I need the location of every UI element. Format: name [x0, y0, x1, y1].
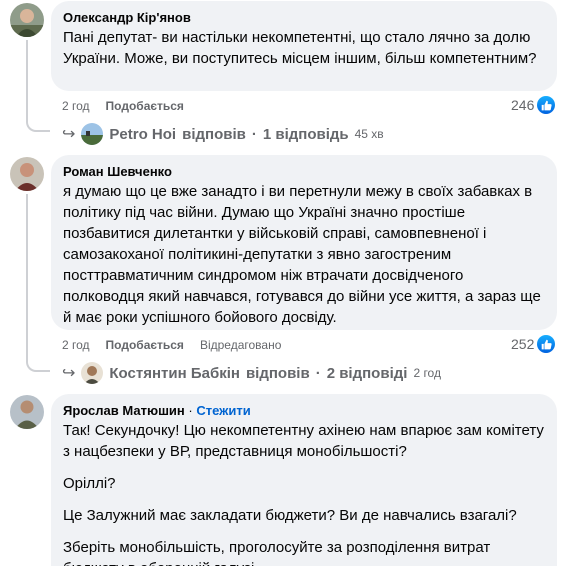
reply-time: 2 год — [413, 366, 441, 380]
reaction-count: 246 — [511, 97, 535, 113]
comment-paragraph: Оріллі? — [63, 475, 116, 492]
comment-paragraph: я думаю що це вже занадто і ви перетнули… — [63, 183, 541, 326]
thread-line — [26, 194, 50, 372]
edited-label: Відредаговано — [199, 338, 282, 352]
comment-author-line: Ярослав Матюшин · Стежити — [63, 402, 545, 419]
thumbs-up-icon — [537, 96, 556, 114]
comment-paragraph: Так! Секундочку! Цю некомпетентну ахінею… — [63, 422, 544, 460]
view-replies-link[interactable]: ↪ Petro Hoi відповів · 1 відповідь 45 хв — [62, 123, 384, 145]
comment-time[interactable]: 2 год — [62, 337, 90, 353]
avatar[interactable] — [10, 395, 44, 429]
thread-line — [26, 40, 50, 132]
comment-text: Пані депутат- ви настільки некомпетентні… — [63, 27, 545, 69]
comment-author[interactable]: Роман Шевченко — [63, 163, 545, 180]
comment-author[interactable]: Олександр Кір'янов — [63, 9, 545, 26]
comment-paragraph: Пані депутат- ви настільки некомпетентні… — [63, 29, 537, 67]
comment-paragraph: Це Залужний має закладати бюджети? Ви де… — [63, 507, 517, 524]
follow-button[interactable]: Стежити — [196, 403, 250, 418]
avatar[interactable] — [10, 3, 44, 37]
comment-actions: 2 год Подобається — [62, 98, 184, 114]
avatar[interactable] — [10, 157, 44, 191]
comment-bubble: Олександр Кір'янов Пані депутат- ви наст… — [51, 1, 557, 91]
reply-verb: відповів — [245, 364, 310, 382]
view-replies-link[interactable]: ↪ Костянтин Бабкін відповів · 2 відповід… — [62, 362, 441, 384]
reply-count: 2 відповіді — [326, 364, 408, 382]
comment-time[interactable]: 2 год — [62, 98, 90, 114]
separator-dot: · — [188, 403, 193, 418]
reply-verb: відповів — [182, 125, 246, 143]
reply-separator: · — [251, 125, 257, 143]
reply-separator: · — [315, 364, 321, 382]
reply-arrow-icon: ↪ — [62, 126, 76, 143]
like-button[interactable]: Подобається — [106, 337, 184, 353]
reply-avatar — [81, 362, 104, 384]
reply-time: 45 хв — [354, 127, 384, 141]
like-button[interactable]: Подобається — [106, 98, 184, 114]
comment-actions: 2 год Подобається Відредаговано — [62, 337, 281, 353]
comment-text: Так! Секундочку! Цю некомпетентну ахінею… — [63, 420, 545, 566]
reply-arrow-icon: ↪ — [62, 365, 76, 382]
reply-count: 1 відповідь — [262, 125, 349, 143]
comment-paragraph: Зберіть монобільшість, проголосуйте за р… — [63, 539, 491, 566]
thumbs-up-icon — [537, 335, 556, 353]
reaction-count: 252 — [511, 336, 535, 352]
reply-author: Костянтин Бабкін — [109, 364, 240, 382]
reply-author: Petro Hoi — [109, 125, 177, 143]
reaction-summary[interactable]: 246 — [511, 96, 556, 114]
reaction-summary[interactable]: 252 — [511, 335, 556, 353]
comment-author[interactable]: Ярослав Матюшин — [63, 403, 185, 418]
reply-avatar — [81, 123, 104, 145]
comment-text: я думаю що це вже занадто і ви перетнули… — [63, 181, 545, 328]
comment-bubble: Роман Шевченко я думаю що це вже занадто… — [51, 155, 557, 330]
comment-bubble: Ярослав Матюшин · Стежити Так! Секундочк… — [51, 394, 557, 566]
